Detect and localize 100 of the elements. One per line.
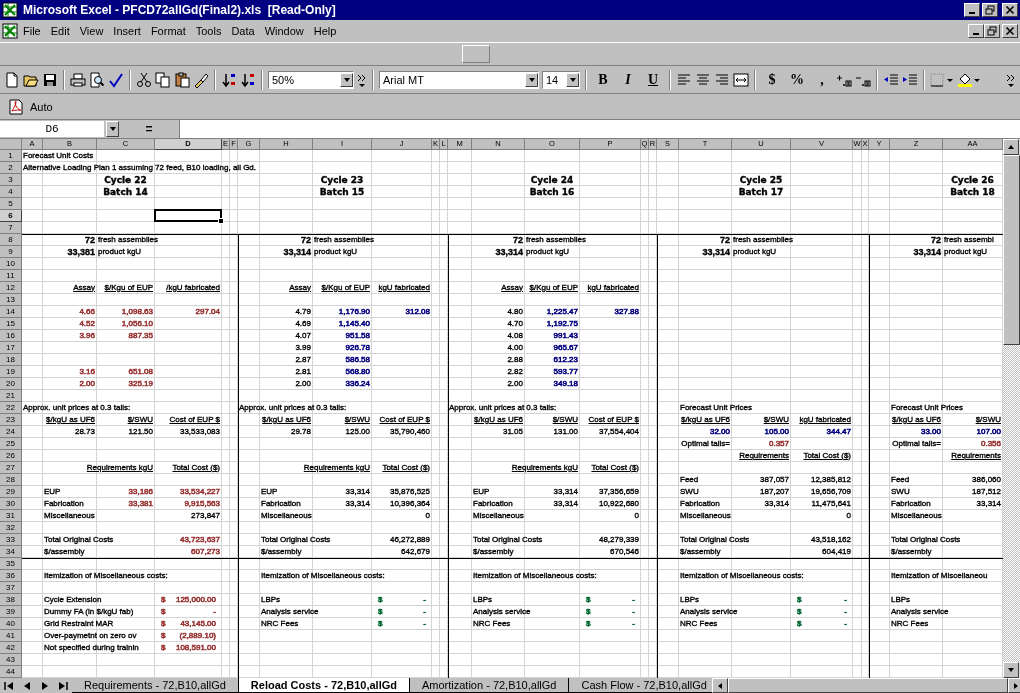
number-format-button[interactable]: ,	[811, 69, 833, 90]
row-header[interactable]: 1	[0, 150, 22, 162]
row-header[interactable]: 27	[0, 462, 22, 474]
fill-color-icon[interactable]	[957, 71, 981, 88]
row-header[interactable]: 15	[0, 318, 22, 330]
dropdown-button[interactable]	[106, 121, 119, 137]
restore-button[interactable]	[984, 24, 1000, 38]
row-header[interactable]: 26	[0, 450, 22, 462]
row-header[interactable]: 22	[0, 402, 22, 414]
row-header[interactable]: 13	[0, 294, 22, 306]
print-preview-icon[interactable]	[89, 71, 105, 88]
row-header[interactable]: 2	[0, 162, 22, 174]
row-header[interactable]: 5	[0, 198, 22, 210]
menu-item[interactable]: Edit	[45, 23, 75, 39]
row-header[interactable]: 29	[0, 486, 22, 498]
empty-toolbar[interactable]	[462, 45, 490, 63]
spelling-check-icon[interactable]	[108, 71, 124, 88]
row-header[interactable]: 39	[0, 606, 22, 618]
sheet-tab[interactable]: Cash Flow - 72,B10,allGd	[568, 678, 712, 693]
dropdown-button[interactable]	[340, 72, 353, 87]
row-header[interactable]: 32	[0, 522, 22, 534]
row-header[interactable]: 19	[0, 366, 22, 378]
menu-item[interactable]: File	[18, 23, 46, 39]
first-sheet-icon[interactable]	[3, 679, 15, 692]
row-header[interactable]: 41	[0, 630, 22, 642]
scroll-down-button[interactable]	[1003, 662, 1019, 678]
row-header[interactable]: 12	[0, 282, 22, 294]
row-header[interactable]: 3	[0, 174, 22, 186]
minimize-button[interactable]	[968, 24, 984, 38]
row-header[interactable]: 37	[0, 582, 22, 594]
dropdown-button[interactable]	[566, 72, 579, 87]
row-header[interactable]: 28	[0, 474, 22, 486]
sheet-tab[interactable]: Reload Costs - 72,B10,allGd	[237, 678, 410, 693]
printer-icon[interactable]	[70, 71, 86, 88]
align-center-icon[interactable]	[695, 71, 711, 88]
scissors-icon[interactable]	[136, 71, 152, 88]
row-header[interactable]: 6	[0, 210, 22, 222]
minimize-button[interactable]	[964, 3, 980, 17]
row-header[interactable]: 40	[0, 618, 22, 630]
row-header[interactable]: 35	[0, 558, 22, 570]
sort-ascending-icon[interactable]	[221, 71, 237, 88]
scroll-left-button[interactable]	[712, 678, 728, 693]
sheet-tab[interactable]: Amortization - 72,B10,allGd	[408, 678, 570, 693]
borders-icon[interactable]	[930, 71, 954, 88]
name-box[interactable]: D6	[0, 121, 104, 137]
close-button[interactable]	[1002, 24, 1018, 38]
row-header[interactable]: 17	[0, 342, 22, 354]
row-header[interactable]: 14	[0, 306, 22, 318]
scroll-up-button[interactable]	[1003, 139, 1019, 155]
dropdown-button[interactable]	[525, 72, 538, 87]
menu-item[interactable]: Help	[308, 23, 342, 39]
menu-item[interactable]: View	[74, 23, 109, 39]
format-button[interactable]: B	[592, 69, 614, 90]
scroll-thumb[interactable]	[1003, 155, 1020, 345]
row-header[interactable]: 21	[0, 390, 22, 402]
row-header[interactable]: 11	[0, 270, 22, 282]
row-header[interactable]: 4	[0, 186, 22, 198]
copy-icon[interactable]	[155, 71, 171, 88]
restore-button[interactable]	[982, 3, 998, 17]
formula-field[interactable]	[179, 120, 1020, 138]
row-header[interactable]: 42	[0, 642, 22, 654]
row-header[interactable]: 38	[0, 594, 22, 606]
row-header[interactable]: 43	[0, 654, 22, 666]
row-header[interactable]: 31	[0, 510, 22, 522]
scroll-right-button[interactable]	[1008, 678, 1020, 693]
row-header[interactable]: 25	[0, 438, 22, 450]
close-button[interactable]	[1002, 3, 1018, 17]
row-header[interactable]: 8	[0, 234, 22, 246]
menu-item[interactable]: Format	[145, 23, 191, 39]
row-header[interactable]: 16	[0, 330, 22, 342]
row-header[interactable]: 9	[0, 246, 22, 258]
format-button[interactable]: I	[617, 69, 639, 90]
sort-descending-icon[interactable]	[240, 71, 256, 88]
merge-cells-icon[interactable]	[733, 71, 749, 88]
workbook-icon[interactable]	[2, 23, 18, 39]
number-format-button[interactable]: %	[786, 69, 808, 90]
sheet-tab[interactable]: Requirements - 72,B10,allGd	[72, 678, 239, 693]
format-button[interactable]: U	[642, 69, 664, 90]
menu-item[interactable]: Data	[226, 23, 260, 39]
align-left-icon[interactable]	[676, 71, 692, 88]
cell-cursor[interactable]	[154, 209, 222, 222]
menu-item[interactable]: Insert	[108, 23, 146, 39]
row-header[interactable]: 33	[0, 534, 22, 546]
row-header[interactable]: 36	[0, 570, 22, 582]
row-header[interactable]: 18	[0, 354, 22, 366]
new-document-icon[interactable]	[4, 71, 20, 88]
menu-item[interactable]: Tools	[190, 23, 227, 39]
row-header[interactable]: 20	[0, 378, 22, 390]
row-header[interactable]: 34	[0, 546, 22, 558]
paintbrush-icon[interactable]	[193, 71, 209, 88]
save-icon[interactable]	[42, 71, 58, 88]
menu-item[interactable]: Window	[259, 23, 309, 39]
row-header[interactable]: 24	[0, 426, 22, 438]
paste-icon[interactable]	[174, 71, 190, 88]
row-header[interactable]: 30	[0, 498, 22, 510]
row-header[interactable]: 10	[0, 258, 22, 270]
row-header[interactable]: 44	[0, 666, 22, 678]
number-format-button[interactable]: $	[761, 69, 783, 90]
row-header[interactable]: 23	[0, 414, 22, 426]
decrease-indent-icon[interactable]	[883, 71, 899, 88]
